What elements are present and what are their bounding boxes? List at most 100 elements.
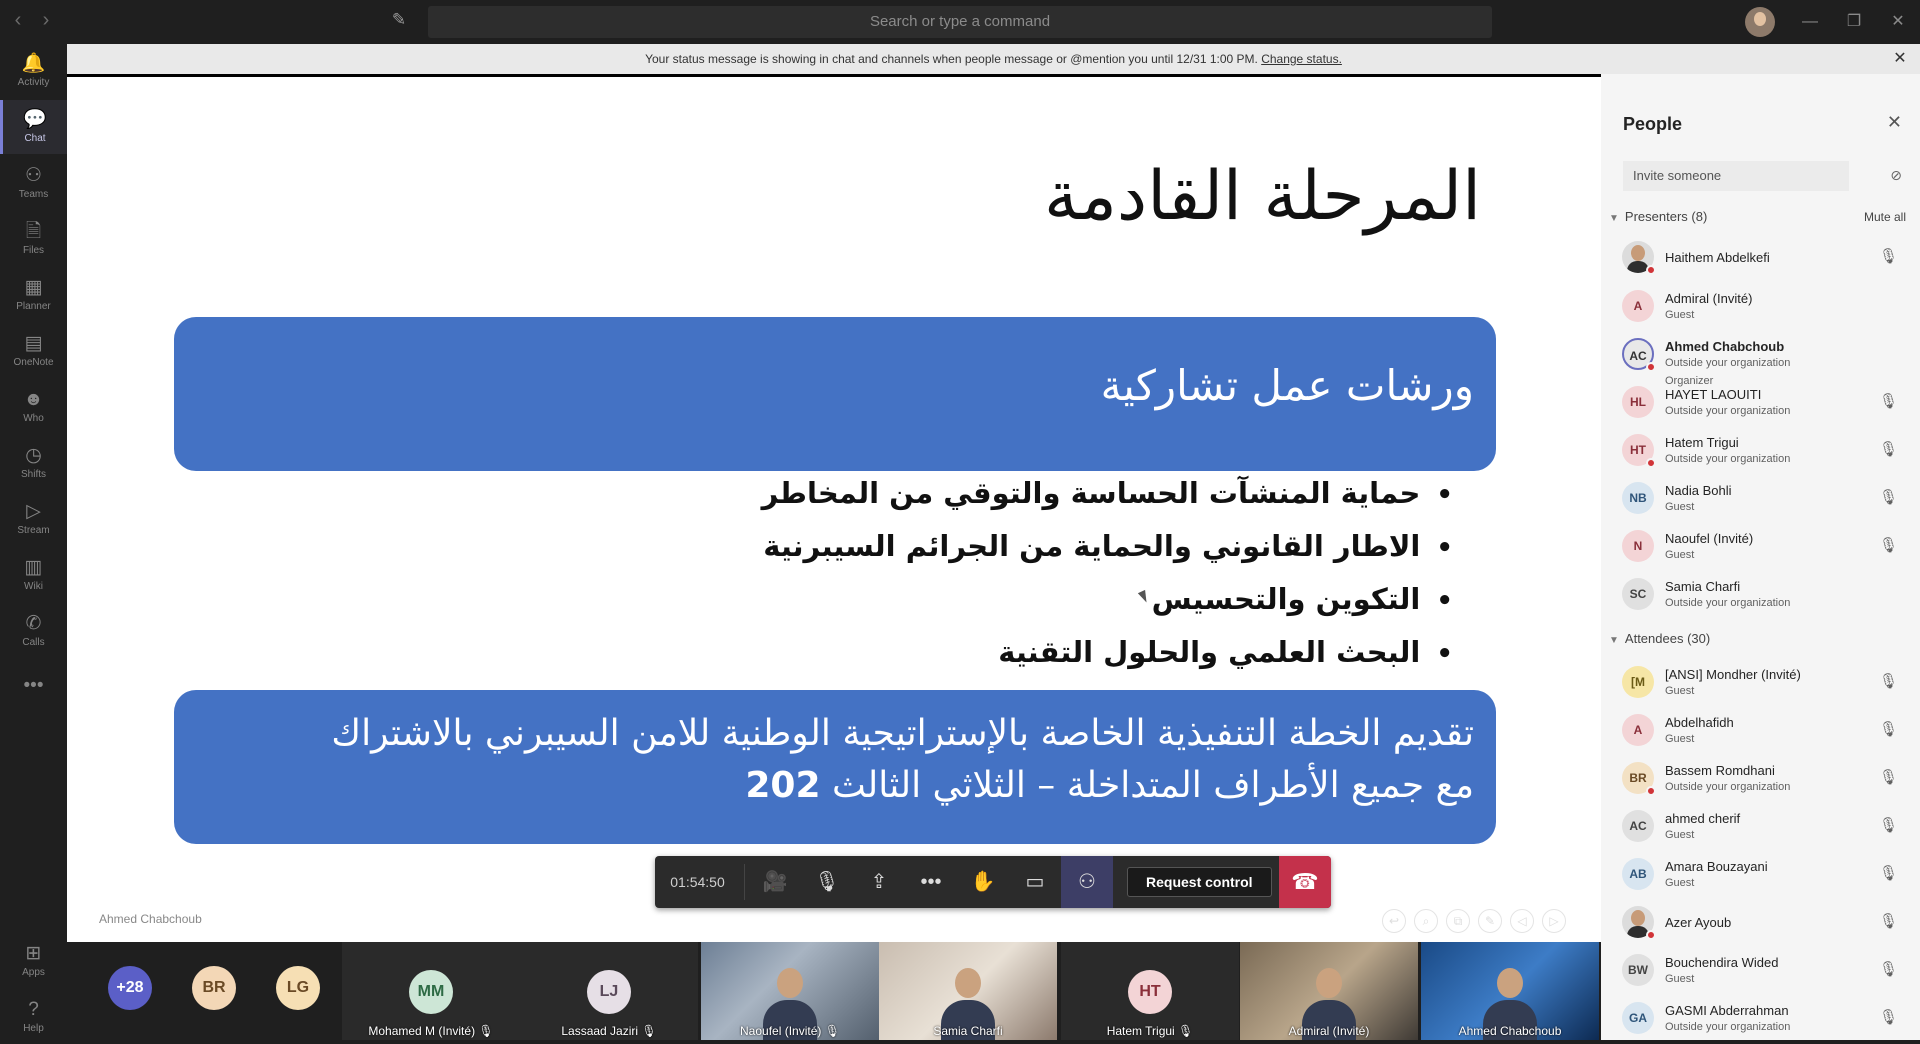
slide-tool-icon[interactable]: ✎ — [1478, 909, 1502, 933]
share-invite-icon[interactable]: ⊘ — [1890, 167, 1902, 184]
rail-item-label: Apps — [22, 967, 45, 978]
slide-tool-icon[interactable]: ◁ — [1510, 909, 1534, 933]
rail-item-chat[interactable]: 💬 Chat — [0, 100, 67, 154]
person-row[interactable]: SC Samia Charfi Outside your organization — [1601, 572, 1920, 620]
mic-muted-icon[interactable]: 🎙 — [1879, 720, 1898, 738]
mute-all-button[interactable]: Mute all — [1864, 210, 1906, 224]
participant-gallery: +28 BR LG MM Mohamed M (Invité) 🎙 LJ Lassaad … — [67, 942, 1601, 1040]
participant-tile[interactable]: LJ Lassaad Jaziri 🎙 — [520, 942, 698, 1040]
rail-item-apps[interactable]: ⊞ Apps — [0, 934, 67, 988]
person-subtitle: Guest — [1665, 829, 1695, 841]
mic-muted-icon[interactable]: 🎙 — [1879, 768, 1898, 786]
maximize-icon[interactable]: ❐ — [1836, 8, 1872, 36]
slide-bullet-list: حماية المنشآت الحساسة والتوقي من المخاطر… — [762, 467, 1453, 679]
person-row[interactable]: A Admiral (Invité) Guest — [1601, 284, 1920, 332]
hang-up-icon[interactable]: ☎ — [1279, 856, 1331, 908]
participant-avatar[interactable]: LG — [276, 966, 320, 1010]
command-search-input[interactable]: Search or type a command — [428, 6, 1492, 38]
attendees-section-header[interactable]: ▼ Attendees (30) — [1609, 631, 1710, 646]
participant-tile[interactable]: Admiral (Invité) — [1240, 942, 1418, 1040]
more-actions-icon[interactable]: ••• — [905, 856, 957, 908]
person-avatar: SC — [1622, 578, 1654, 610]
participant-name: Naoufel (Invité) 🎙 — [701, 1024, 879, 1038]
close-window-icon[interactable]: ✕ — [1880, 8, 1916, 36]
app-rail: 🔔 Activity 💬 Chat ⚇ Teams 🗎 Files ▦ Planner ▤ OneNo… — [0, 44, 67, 1040]
person-row[interactable]: A Abdelhafidh Guest 🎙 — [1601, 708, 1920, 756]
person-row[interactable]: BW Bouchendira Wided Guest 🎙 — [1601, 948, 1920, 996]
person-row[interactable]: AC ahmed cherif Guest 🎙 — [1601, 804, 1920, 852]
participant-tile[interactable]: HT Hatem Trigui 🎙 — [1061, 942, 1239, 1040]
presence-busy-icon — [1646, 930, 1656, 940]
chat-icon[interactable]: ▭ — [1009, 856, 1061, 908]
request-control-button[interactable]: Request control — [1127, 867, 1272, 897]
rail-item-files[interactable]: 🗎 Files — [0, 212, 67, 266]
slide-tool-icon[interactable]: ↩ — [1382, 909, 1406, 933]
change-status-link[interactable]: Change status. — [1261, 52, 1342, 66]
person-subtitle: Outside your organization — [1665, 405, 1791, 417]
mic-muted-icon[interactable]: 🎙 — [801, 856, 853, 908]
close-panel-icon[interactable]: ✕ — [1887, 112, 1902, 133]
person-row[interactable]: AB Amara Bouzayani Guest 🎙 — [1601, 852, 1920, 900]
mic-muted-icon[interactable]: 🎙 — [1879, 536, 1898, 554]
minimize-icon[interactable]: — — [1792, 8, 1828, 36]
rail-item-stream[interactable]: ▷ Stream — [0, 492, 67, 546]
mic-muted-icon[interactable]: 🎙 — [1879, 912, 1898, 930]
participant-tile[interactable]: Samia Charfi — [879, 942, 1057, 1040]
participant-tile[interactable]: MM Mohamed M (Invité) 🎙 — [342, 942, 520, 1040]
rail-item-more[interactable]: ••• — [0, 666, 67, 720]
rail-item-who[interactable]: ☻ Who — [0, 380, 67, 434]
person-name: Abdelhafidh — [1665, 715, 1734, 730]
mic-muted-icon[interactable]: 🎙 — [1879, 392, 1898, 410]
camera-off-icon[interactable]: 🎥 — [749, 856, 801, 908]
participant-tile[interactable]: Ahmed Chabchoub — [1421, 942, 1599, 1040]
person-row[interactable]: BR Bassem Romdhani Outside your organizati… — [1601, 756, 1920, 804]
mic-muted-icon[interactable]: 🎙 — [1879, 864, 1898, 882]
invite-someone-input[interactable]: Invite someone — [1623, 161, 1849, 191]
overflow-participants-button[interactable]: +28 — [108, 966, 152, 1010]
slide-tool-icon[interactable]: ⌕ — [1414, 909, 1438, 933]
mic-muted-icon[interactable]: 🎙 — [1879, 960, 1898, 978]
mic-muted-icon[interactable]: 🎙 — [1879, 488, 1898, 506]
rail-item-onenote[interactable]: ▤ OneNote — [0, 324, 67, 378]
rail-item-shifts[interactable]: ◷ Shifts — [0, 436, 67, 490]
person-row[interactable]: N Naoufel (Invité) Guest 🎙 — [1601, 524, 1920, 572]
rail-item-help[interactable]: ? Help — [0, 990, 67, 1044]
profile-avatar[interactable] — [1745, 7, 1775, 37]
person-row[interactable]: HL HAYET LAOUITI Outside your organization… — [1601, 380, 1920, 428]
meeting-timer: 01:54:50 — [670, 874, 725, 890]
slide-tool-icon[interactable]: ▷ — [1542, 909, 1566, 933]
rail-item-wiki[interactable]: ▥ Wiki — [0, 548, 67, 602]
person-row[interactable]: HT Hatem Trigui Outside your organization 🎙 — [1601, 428, 1920, 476]
compose-icon[interactable]: ✎ — [388, 10, 410, 32]
person-row[interactable]: [M [ANSI] Mondher (Invité) Guest 🎙 — [1601, 660, 1920, 708]
close-banner-icon[interactable]: ✕ — [1890, 44, 1910, 74]
mic-muted-icon[interactable]: 🎙 — [1879, 247, 1898, 265]
participant-avatar[interactable]: BR — [192, 966, 236, 1010]
person-row[interactable]: Azer Ayoub 🎙 — [1601, 900, 1920, 948]
participants-icon[interactable]: ⚇ — [1061, 856, 1113, 908]
forward-arrow-icon[interactable]: › — [36, 10, 56, 30]
raise-hand-icon[interactable]: ✋ — [957, 856, 1009, 908]
rail-item-activity[interactable]: 🔔 Activity — [0, 44, 67, 98]
person-row[interactable]: GA GASMI Abderrahman Outside your organiza… — [1601, 996, 1920, 1044]
shifts-icon: ◷ — [25, 445, 42, 466]
person-row[interactable]: Haithem Abdelkefi 🎙 — [1601, 235, 1920, 283]
back-arrow-icon[interactable]: ‹ — [8, 10, 28, 30]
participant-name-text: Mohamed M (Invité) — [368, 1024, 476, 1038]
status-banner-text: Your status message is showing in chat a… — [645, 52, 1262, 66]
person-row[interactable]: NB Nadia Bohli Guest 🎙 — [1601, 476, 1920, 524]
rail-item-calls[interactable]: ✆ Calls — [0, 604, 67, 658]
share-screen-icon[interactable]: ⇪ — [853, 856, 905, 908]
mic-muted-icon[interactable]: 🎙 — [1879, 672, 1898, 690]
rail-item-teams[interactable]: ⚇ Teams — [0, 156, 67, 210]
presenters-section-header[interactable]: ▼ Presenters (8) — [1609, 209, 1707, 224]
mic-muted-icon[interactable]: 🎙 — [1879, 440, 1898, 458]
participant-tile[interactable]: Naoufel (Invité) 🎙 — [701, 942, 879, 1040]
presence-busy-icon — [1646, 362, 1656, 372]
rail-item-planner[interactable]: ▦ Planner — [0, 268, 67, 322]
slide-tool-icon[interactable]: ⧉ — [1446, 909, 1470, 933]
person-row[interactable]: AC Ahmed Chabchoub Outside your organizati… — [1601, 332, 1920, 387]
stream-icon: ▷ — [26, 501, 41, 522]
mic-muted-icon[interactable]: 🎙 — [1879, 1008, 1898, 1026]
mic-muted-icon[interactable]: 🎙 — [1879, 816, 1898, 834]
